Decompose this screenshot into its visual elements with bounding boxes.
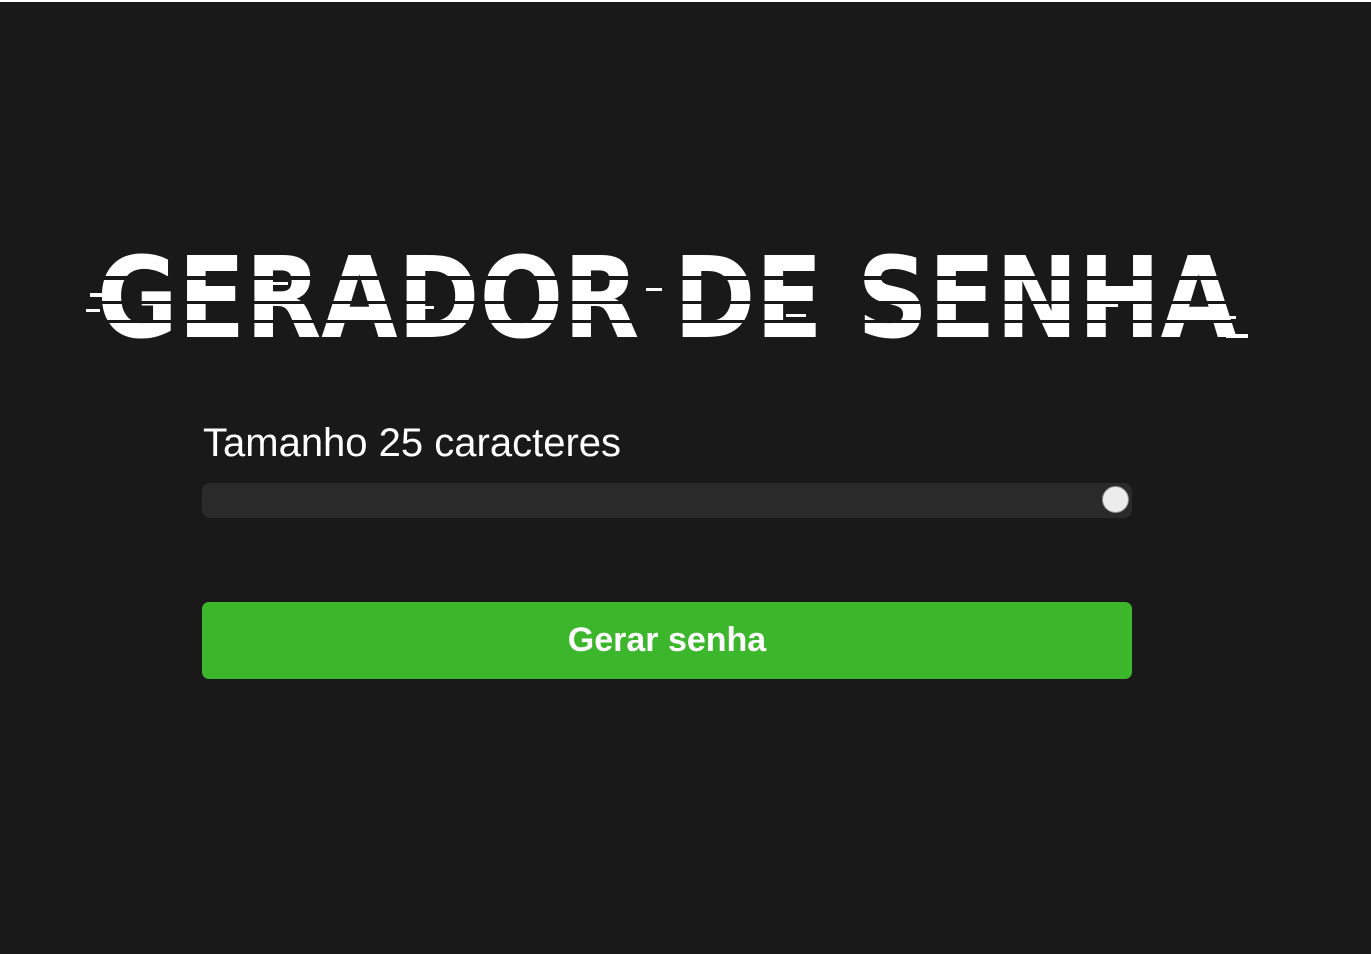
generate-password-button[interactable]: Gerar senha bbox=[202, 602, 1132, 679]
logo-glitch-wordmark: GERADOR DE SENHA bbox=[86, 246, 1248, 348]
app-page: GERADOR DE SENHA Tamanho 25 caracteres G… bbox=[0, 2, 1371, 954]
logo: GERADOR DE SENHA bbox=[86, 246, 1248, 348]
length-label: Tamanho 25 caracteres bbox=[203, 421, 622, 465]
length-slider[interactable] bbox=[202, 483, 1132, 518]
logo-wordmark: GERADOR DE SENHA bbox=[97, 246, 1237, 348]
slider-thumb[interactable] bbox=[1102, 486, 1129, 513]
slider-track[interactable] bbox=[202, 483, 1132, 518]
